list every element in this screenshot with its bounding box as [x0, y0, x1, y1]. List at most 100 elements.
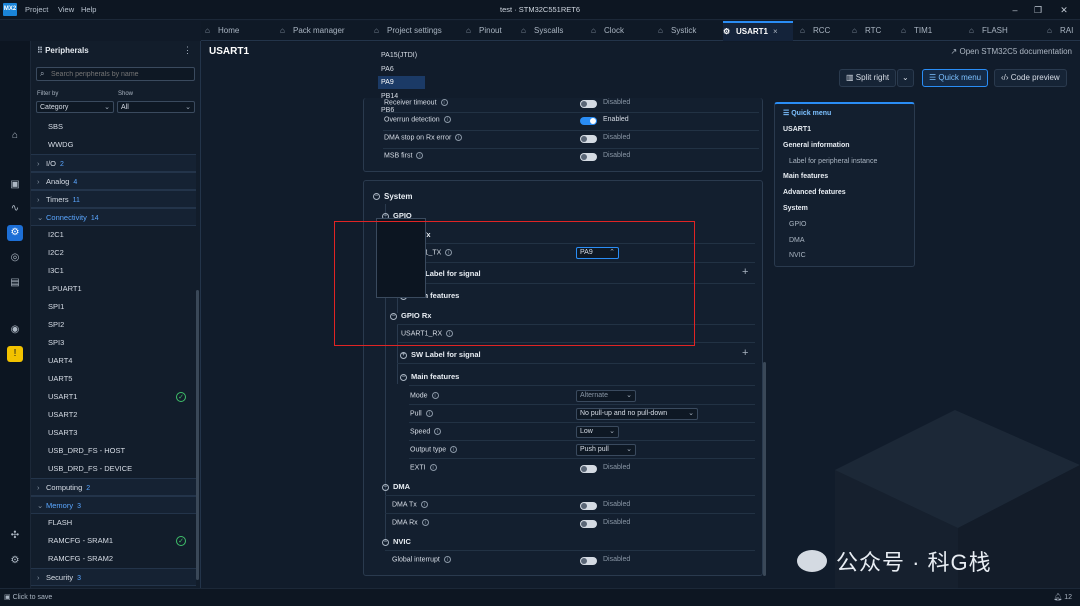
tab-clock[interactable]: ⌂ Clock [591, 21, 653, 41]
quick-menu-item[interactable]: Label for peripheral instance [789, 158, 877, 165]
quick-menu-item[interactable]: Main features [783, 173, 828, 180]
receiver-timeout-toggle[interactable] [580, 100, 597, 108]
sidebar-item-sbs[interactable]: SBS [31, 118, 196, 136]
dma-stop-toggle[interactable] [580, 135, 597, 143]
tab-flash[interactable]: ⌂ FLASH [969, 21, 1041, 41]
pin-option[interactable]: PA6 [378, 63, 425, 76]
minimize-button[interactable]: – [1005, 3, 1025, 17]
quick-menu-item[interactable]: USART1 [783, 126, 811, 133]
content-scrollbar[interactable] [763, 362, 766, 576]
target-icon[interactable]: ◉ [7, 322, 23, 338]
speed-select[interactable]: Low ⌄ [576, 426, 619, 438]
pull-select[interactable]: No pull-up and no pull-down ⌄ [576, 408, 698, 420]
sidebar-item-usart1[interactable]: USART1 ✓ [31, 388, 196, 406]
sidebar-group-computing[interactable]: › Computing 2 [31, 478, 196, 496]
quick-menu-item[interactable]: System [783, 205, 808, 212]
add-icon[interactable]: + [742, 266, 748, 278]
more-icon[interactable]: ⋮ [183, 45, 192, 56]
save-status[interactable]: ▣ Click to save [4, 593, 52, 601]
chart-icon[interactable]: ∿ [7, 201, 23, 217]
tab-syscalls[interactable]: ⌂ Syscalls [521, 21, 587, 41]
notification-count[interactable]: 🔔︎ 12 [1053, 593, 1072, 601]
sidebar-group-timers[interactable]: › Timers 11 [31, 190, 196, 208]
output-type-select[interactable]: Push pull ⌄ [576, 444, 636, 456]
doc-link[interactable]: ↗ Open STM32C5 documentation [951, 47, 1072, 56]
tab-pinout[interactable]: ⌂ Pinout [466, 21, 518, 41]
nvic-section[interactable]: − NVIC [382, 537, 411, 546]
sidebar-item-usb-drd-fs-host[interactable]: USB_DRD_FS - HOST [31, 442, 196, 460]
search-input[interactable] [51, 69, 191, 80]
pin-option[interactable]: PA9 [378, 76, 425, 90]
exti-toggle[interactable] [580, 465, 597, 473]
sidebar-group-connectivity[interactable]: ⌄ Connectivity 14 [31, 208, 196, 226]
tab-pack-manager[interactable]: ⌂ Pack manager [280, 21, 370, 41]
msb-first-toggle[interactable] [580, 153, 597, 161]
tab-systick[interactable]: ⌂ Systick [658, 21, 718, 41]
tab-rcc[interactable]: ⌂ RCC [800, 21, 848, 41]
split-right-button[interactable]: ▥ Split right [839, 69, 897, 87]
sidebar-scrollbar[interactable] [196, 290, 199, 580]
tab-tim1[interactable]: ⌂ TIM1 [901, 21, 963, 41]
mode-select[interactable]: Alternate ⌄ [576, 390, 636, 402]
tab-usart1[interactable]: ⚙ USART1 × [723, 21, 793, 41]
sidebar-item-i2c1[interactable]: I2C1 [31, 226, 196, 244]
dma-rx-toggle[interactable] [580, 520, 597, 528]
warning-icon[interactable]: ! [7, 346, 23, 362]
sidebar-group-security[interactable]: › Security 3 [31, 568, 196, 586]
sidebar-item-ramcfg-sram1[interactable]: RAMCFG - SRAM1 ✓ [31, 532, 196, 550]
main-features-rx[interactable]: − Main features [400, 372, 459, 381]
sidebar-item-usart2[interactable]: USART2 [31, 406, 196, 424]
quick-menu-item[interactable]: DMA [789, 237, 805, 244]
dma-section[interactable]: − DMA [382, 482, 410, 491]
quick-menu-item[interactable]: GPIO [789, 221, 807, 228]
maximize-button[interactable]: ❐ [1028, 3, 1048, 17]
sidebar-item-i2c2[interactable]: I2C2 [31, 244, 196, 262]
sidebar-item-spi1[interactable]: SPI1 [31, 298, 196, 316]
pin-option[interactable]: PB6 [378, 104, 425, 117]
sidebar-item-i3c1[interactable]: I3C1 [31, 262, 196, 280]
add-icon[interactable]: + [742, 347, 748, 359]
sidebar-item-uart4[interactable]: UART4 [31, 352, 196, 370]
pin-option[interactable]: PB14 [378, 90, 425, 103]
pin-option[interactable]: PA15(JTDI) [378, 49, 425, 62]
code-preview-button[interactable]: ‹/› Code preview [994, 69, 1067, 87]
quick-menu-button[interactable]: ☰ Quick menu [922, 69, 989, 87]
close-window-button[interactable]: ✕ [1054, 3, 1074, 17]
close-tab-icon[interactable]: × [773, 27, 778, 36]
show-select[interactable]: All ⌄ [117, 101, 195, 113]
sidebar-item-wwdg[interactable]: WWDG [31, 136, 196, 154]
tab-rtc[interactable]: ⌂ RTC [852, 21, 897, 41]
sidebar-item-ramcfg-sram2[interactable]: RAMCFG - SRAM2 [31, 550, 196, 568]
overrun-detection-toggle[interactable] [580, 117, 597, 125]
sidebar-item-uart5[interactable]: UART5 [31, 370, 196, 388]
sidebar-group-memory[interactable]: ⌄ Memory 3 [31, 496, 196, 514]
chip-icon[interactable]: ▣ [7, 177, 23, 193]
sidebar-group-analog[interactable]: › Analog 4 [31, 172, 196, 190]
split-dropdown-button[interactable]: ⌄ [897, 69, 914, 87]
home-icon[interactable]: ⌂ [7, 128, 23, 144]
extensions-icon[interactable]: ✣ [7, 528, 23, 544]
chevron-right-icon: › [37, 483, 40, 492]
settings-icon[interactable]: ⚙ [7, 553, 23, 569]
sidebar-item-lpuart1[interactable]: LPUART1 [31, 280, 196, 298]
sidebar-item-spi3[interactable]: SPI3 [31, 334, 196, 352]
system-section[interactable]: − System [373, 192, 412, 201]
sidebar-item-usart3[interactable]: USART3 [31, 424, 196, 442]
quick-menu-item[interactable]: NVIC [789, 252, 806, 259]
clock-icon[interactable]: ◎ [7, 250, 23, 266]
peripherals-icon[interactable]: ⚙ [7, 225, 23, 241]
sw-label-rx[interactable]: + SW Label for signal [400, 350, 481, 359]
board-icon[interactable]: ▤ [7, 275, 23, 291]
dma-tx-toggle[interactable] [580, 502, 597, 510]
tab-rai[interactable]: ⌂ RAI [1047, 21, 1080, 41]
sidebar-item-flash[interactable]: FLASH [31, 514, 196, 532]
global-interrupt-toggle[interactable] [580, 557, 597, 565]
sidebar-item-usb-drd-fs-device[interactable]: USB_DRD_FS - DEVICE [31, 460, 196, 478]
quick-menu-item[interactable]: General information [783, 142, 850, 149]
sidebar-item-spi2[interactable]: SPI2 [31, 316, 196, 334]
sidebar-group-i-o[interactable]: › I/O 2 [31, 154, 196, 172]
filter-by-select[interactable]: Category ⌄ [36, 101, 114, 113]
tab-project-settings[interactable]: ⌂ Project settings [374, 21, 462, 41]
tab-home[interactable]: ⌂ Home [205, 21, 277, 41]
quick-menu-item[interactable]: Advanced features [783, 189, 846, 196]
